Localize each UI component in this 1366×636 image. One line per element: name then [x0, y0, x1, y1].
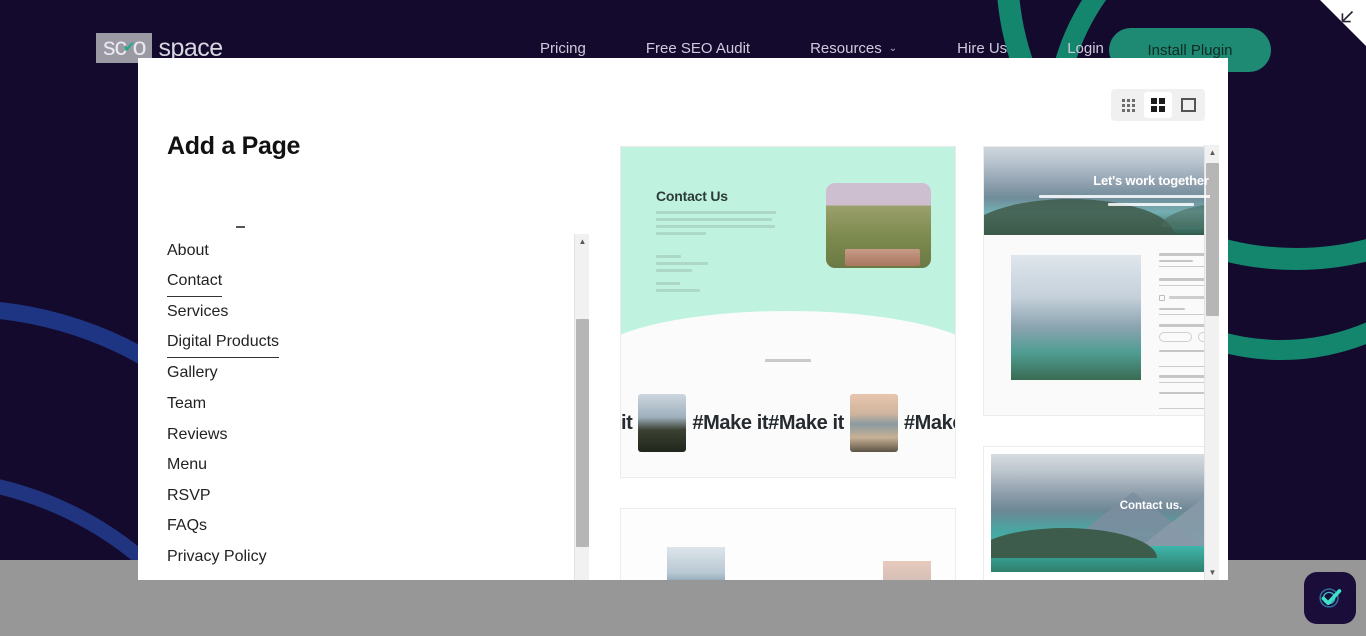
view-mode-single-column[interactable] — [1174, 92, 1202, 118]
option-chip[interactable] — [1159, 332, 1192, 342]
sidebar-item-reviews[interactable]: Reviews — [167, 420, 227, 451]
marquee-thumb — [850, 394, 898, 452]
template-photo — [826, 183, 931, 268]
template-card-lets-work-together[interactable]: Let's work together — [983, 146, 1210, 416]
template-heading: Contact Us — [656, 188, 728, 204]
sidebar-item-digital-products[interactable]: Digital Products — [167, 328, 279, 359]
scroll-up-icon[interactable]: ▲ — [575, 234, 590, 249]
checkbox-icon[interactable] — [1159, 295, 1165, 301]
dense-grid-icon — [1122, 99, 1135, 112]
nav-label: Free SEO Audit — [646, 40, 750, 57]
sidebar-item-terms-of-service[interactable]: Terms of Service — [167, 573, 286, 580]
template-marquee-section: it #Make it #Make it #Make it #Make it #… — [621, 337, 955, 478]
chevron-down-icon: ⌄ — [889, 43, 897, 54]
sidebar-item-contact[interactable]: Contact — [167, 267, 222, 298]
scrollbar-thumb[interactable] — [576, 319, 589, 547]
sidebar-item-privacy-policy[interactable]: Privacy Policy — [167, 542, 267, 573]
marquee-thumb — [638, 394, 686, 452]
page-title: Add a Page — [167, 132, 300, 161]
view-mode-toggle — [1111, 89, 1205, 121]
view-mode-medium-grid[interactable] — [1144, 92, 1172, 118]
nav-item-pricing[interactable]: Pricing — [540, 40, 622, 57]
template-card-contact-us-photo[interactable]: Contact us. — [983, 446, 1210, 580]
marquee-text: it — [621, 412, 632, 435]
sidebar-scrollbar[interactable]: ▲ ▼ — [574, 234, 589, 580]
sidebar-item-about[interactable]: About — [167, 236, 209, 267]
sidebar-item-menu[interactable]: Menu — [167, 450, 207, 481]
marquee-text: #Make it — [904, 412, 955, 435]
template-contact-form — [1159, 253, 1210, 416]
marquee-text: #Make it — [692, 412, 768, 435]
page-type-list: About Contact Services Digital Products … — [138, 236, 434, 580]
gallery-column-left: Contact Us — [620, 146, 956, 580]
template-subheading — [1039, 195, 1210, 211]
dropdown-select[interactable] — [1159, 398, 1210, 409]
single-pane-icon — [1181, 98, 1196, 112]
template-form-section — [984, 235, 1210, 416]
scroll-down-icon[interactable]: ▼ — [1205, 565, 1220, 580]
nav-item-free-seo-audit[interactable]: Free SEO Audit — [646, 40, 786, 57]
template-photo — [883, 561, 931, 580]
primary-nav: Pricing Free SEO Audit Resources ⌄ Hire … — [540, 40, 1104, 57]
sidebar-item-services[interactable]: Services — [167, 297, 228, 328]
nav-label: Hire Us — [957, 40, 1007, 57]
template-heading: Contact us. — [991, 500, 1210, 512]
template-card-contact-mint[interactable]: Contact Us — [620, 146, 956, 478]
nav-item-resources[interactable]: Resources ⌄ — [810, 40, 933, 57]
nav-label: Resources — [810, 40, 882, 57]
scroll-up-icon[interactable]: ▲ — [1205, 145, 1220, 160]
template-marquee: it #Make it #Make it #Make it #Make it #… — [621, 393, 955, 453]
sidebar-item-gallery[interactable]: Gallery — [167, 358, 218, 389]
template-hours-block — [656, 255, 708, 276]
marquee-text: #Make it — [768, 412, 844, 435]
sidebar-item-faqs[interactable]: FAQs — [167, 511, 207, 542]
medium-grid-icon — [1151, 98, 1165, 112]
chat-widget-button[interactable] — [1304, 572, 1356, 624]
sidebar-item-team[interactable]: Team — [167, 389, 206, 420]
template-body-text — [656, 211, 776, 239]
nav-item-hire-us[interactable]: Hire Us — [957, 40, 1043, 57]
view-mode-dense-grid[interactable] — [1114, 92, 1142, 118]
nav-item-login[interactable]: Login — [1067, 40, 1104, 57]
template-phone-block — [656, 282, 700, 296]
logo-mark-tail: o — [133, 35, 146, 60]
template-hero-photo: Contact us. — [991, 454, 1210, 572]
screen: sc ✔ o space Pricing Free SEO Audit Reso… — [0, 0, 1366, 636]
template-photo — [1011, 255, 1141, 380]
template-caption — [765, 359, 811, 362]
nav-label: Login — [1067, 40, 1104, 57]
add-a-page-modal: CLOSE Add a Page About Contact — [138, 58, 1228, 580]
sidebar-item-rsvp[interactable]: RSVP — [167, 481, 211, 512]
template-gallery: Contact Us — [590, 146, 1210, 580]
gallery-column-right: Let's work together — [983, 146, 1210, 580]
logo-wordmark: space — [158, 36, 222, 61]
template-hero-mint: Contact Us — [621, 147, 955, 337]
template-hero-photo: Let's work together — [984, 147, 1210, 235]
nav-label: Pricing — [540, 40, 586, 57]
date-input — [1159, 356, 1210, 367]
divider-dash — [236, 226, 245, 228]
template-heading: Let's work together — [984, 173, 1210, 188]
chat-check-icon — [1315, 583, 1345, 613]
template-photo — [667, 547, 725, 580]
template-card-gallery-partial[interactable] — [620, 508, 956, 580]
modal-sidebar: Add a Page About Contact Services Digita… — [138, 58, 451, 580]
